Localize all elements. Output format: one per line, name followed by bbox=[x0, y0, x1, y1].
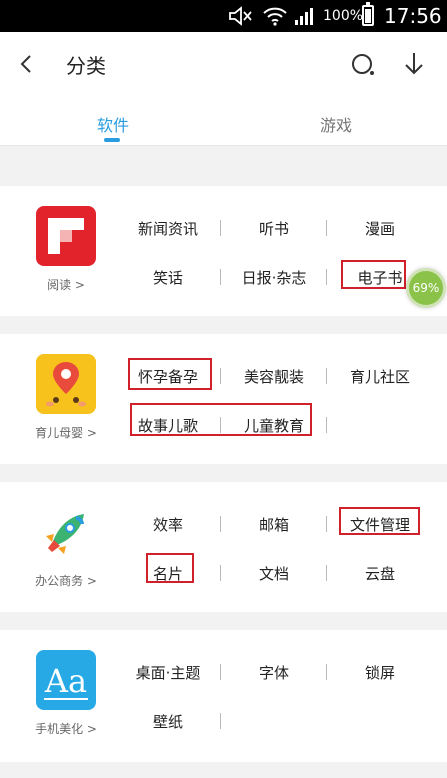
page-title: 分类 bbox=[66, 54, 106, 78]
tab-bar: 软件 游戏 bbox=[0, 94, 447, 146]
download-icon[interactable] bbox=[402, 51, 426, 77]
subcategory-item[interactable]: 育儿社区 bbox=[330, 366, 430, 387]
highlight-box bbox=[128, 358, 212, 390]
subcategory-item[interactable]: 新闻资讯 bbox=[118, 218, 218, 239]
category-card-beautify: Aa 手机美化 > 桌面·主题 字体 锁屏 壁纸 bbox=[0, 630, 447, 762]
subcategory-item[interactable]: 桌面·主题 bbox=[118, 662, 218, 683]
rocket-icon[interactable] bbox=[36, 504, 96, 564]
separator bbox=[326, 269, 327, 285]
subcategory-item[interactable]: 笑话 bbox=[118, 267, 218, 288]
download-progress-badge[interactable]: 69% bbox=[406, 268, 446, 308]
separator bbox=[326, 417, 327, 433]
signal-icon bbox=[295, 8, 313, 25]
battery-percent: 100% bbox=[323, 8, 364, 24]
flipboard-icon[interactable] bbox=[36, 206, 96, 266]
separator bbox=[220, 516, 221, 532]
highlight-box bbox=[339, 507, 420, 535]
tab-games[interactable]: 游戏 bbox=[320, 112, 352, 136]
mute-icon bbox=[229, 6, 252, 26]
subcategory-item[interactable]: 锁屏 bbox=[330, 662, 430, 683]
subcategory-item[interactable]: 邮箱 bbox=[224, 514, 324, 535]
separator bbox=[326, 664, 327, 680]
font-aa-icon[interactable]: Aa bbox=[36, 650, 96, 710]
category-label-beautify[interactable]: 手机美化 > bbox=[0, 720, 132, 737]
category-label-reading[interactable]: 阅读 > bbox=[0, 276, 132, 293]
separator bbox=[220, 368, 221, 384]
separator bbox=[326, 565, 327, 581]
separator bbox=[220, 664, 221, 680]
separator bbox=[220, 565, 221, 581]
separator bbox=[326, 220, 327, 236]
subcategory-item[interactable]: 美容靓装 bbox=[224, 366, 324, 387]
clock: 17:56 bbox=[384, 4, 442, 28]
category-card-reading: 阅读 > 新闻资讯 听书 漫画 笑话 日报·杂志 电子书 bbox=[0, 186, 447, 316]
subcategory-item[interactable]: 壁纸 bbox=[118, 711, 218, 732]
category-label-office[interactable]: 办公商务 > bbox=[0, 572, 132, 589]
wifi-icon bbox=[263, 7, 287, 26]
separator bbox=[220, 269, 221, 285]
svg-text:Aa: Aa bbox=[44, 662, 87, 700]
category-card-parenting: 育儿母婴 > 怀孕备孕 美容靓装 育儿社区 故事儿歌 儿童教育 bbox=[0, 334, 447, 464]
back-arrow-icon[interactable] bbox=[16, 52, 36, 76]
status-bar: 100% 17:56 bbox=[0, 0, 447, 32]
battery-icon bbox=[362, 2, 374, 26]
highlight-box bbox=[130, 403, 312, 436]
subcategory-item[interactable]: 云盘 bbox=[330, 563, 430, 584]
highlight-box bbox=[146, 553, 194, 583]
subcategory-item[interactable]: 字体 bbox=[224, 662, 324, 683]
search-icon[interactable] bbox=[351, 52, 375, 76]
active-tab-indicator bbox=[104, 138, 120, 142]
separator bbox=[326, 368, 327, 384]
subcategory-item[interactable]: 听书 bbox=[224, 218, 324, 239]
subcategory-item[interactable]: 文档 bbox=[224, 563, 324, 584]
subcategory-item[interactable]: 效率 bbox=[118, 514, 218, 535]
tab-software[interactable]: 软件 bbox=[97, 112, 129, 136]
separator bbox=[326, 516, 327, 532]
category-label-parenting[interactable]: 育儿母婴 > bbox=[0, 424, 132, 441]
app-header: 分类 bbox=[0, 32, 447, 94]
highlight-box bbox=[341, 260, 406, 289]
subcategory-item[interactable]: 漫画 bbox=[330, 218, 430, 239]
category-card-office: 办公商务 > 效率 邮箱 文件管理 名片 文档 云盘 bbox=[0, 482, 447, 612]
separator bbox=[220, 713, 221, 729]
separator bbox=[220, 220, 221, 236]
parenting-app-icon[interactable] bbox=[36, 354, 96, 414]
subcategory-item[interactable]: 日报·杂志 bbox=[224, 267, 324, 288]
